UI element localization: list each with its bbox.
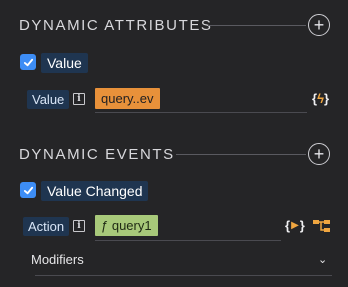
value-checkbox-label[interactable]: Value	[41, 53, 88, 73]
action-token[interactable]: ƒ query1	[95, 215, 158, 236]
dynamic-value-button[interactable]: {ϟ}	[312, 91, 329, 106]
dynamic-attributes-header: DYNAMIC ATTRIBUTES +	[0, 12, 348, 38]
value-token-text: query..ev	[101, 91, 154, 106]
section-divider	[208, 25, 306, 26]
action-token-text: ƒ query1	[101, 218, 152, 233]
check-icon	[23, 186, 33, 194]
value-field-label: Value	[27, 90, 70, 109]
add-circle-icon: +	[313, 15, 325, 35]
dynamic-events-title: DYNAMIC EVENTS	[19, 145, 175, 163]
value-field-underline	[95, 112, 307, 113]
value-changed-checkbox-label[interactable]: Value Changed	[41, 181, 149, 201]
chevron-down-icon[interactable]: ⌄	[318, 253, 327, 266]
modifiers-underline	[35, 275, 332, 276]
section-divider	[176, 154, 306, 155]
value-checkbox[interactable]	[20, 54, 36, 70]
dynamic-events-header: DYNAMIC EVENTS +	[0, 141, 348, 167]
info-icon[interactable]: i	[73, 93, 85, 105]
action-field-underline	[95, 240, 281, 241]
action-field-label: Action	[23, 217, 70, 236]
add-circle-icon: +	[313, 144, 325, 164]
info-icon[interactable]: i	[73, 220, 85, 232]
value-changed-checkbox[interactable]	[20, 182, 36, 198]
dynamic-attributes-title: DYNAMIC ATTRIBUTES	[19, 16, 213, 34]
add-attribute-button[interactable]: +	[308, 14, 330, 36]
value-token[interactable]: query..ev	[95, 88, 160, 109]
add-event-button[interactable]: +	[308, 143, 330, 165]
check-icon	[23, 58, 33, 66]
modifiers-label[interactable]: Modifiers	[31, 252, 84, 267]
dynamic-action-button[interactable]: {▶}	[285, 218, 305, 233]
play-icon: ▶	[291, 220, 299, 231]
lightning-icon: ϟ	[317, 91, 324, 106]
workflow-icon[interactable]	[312, 218, 332, 239]
